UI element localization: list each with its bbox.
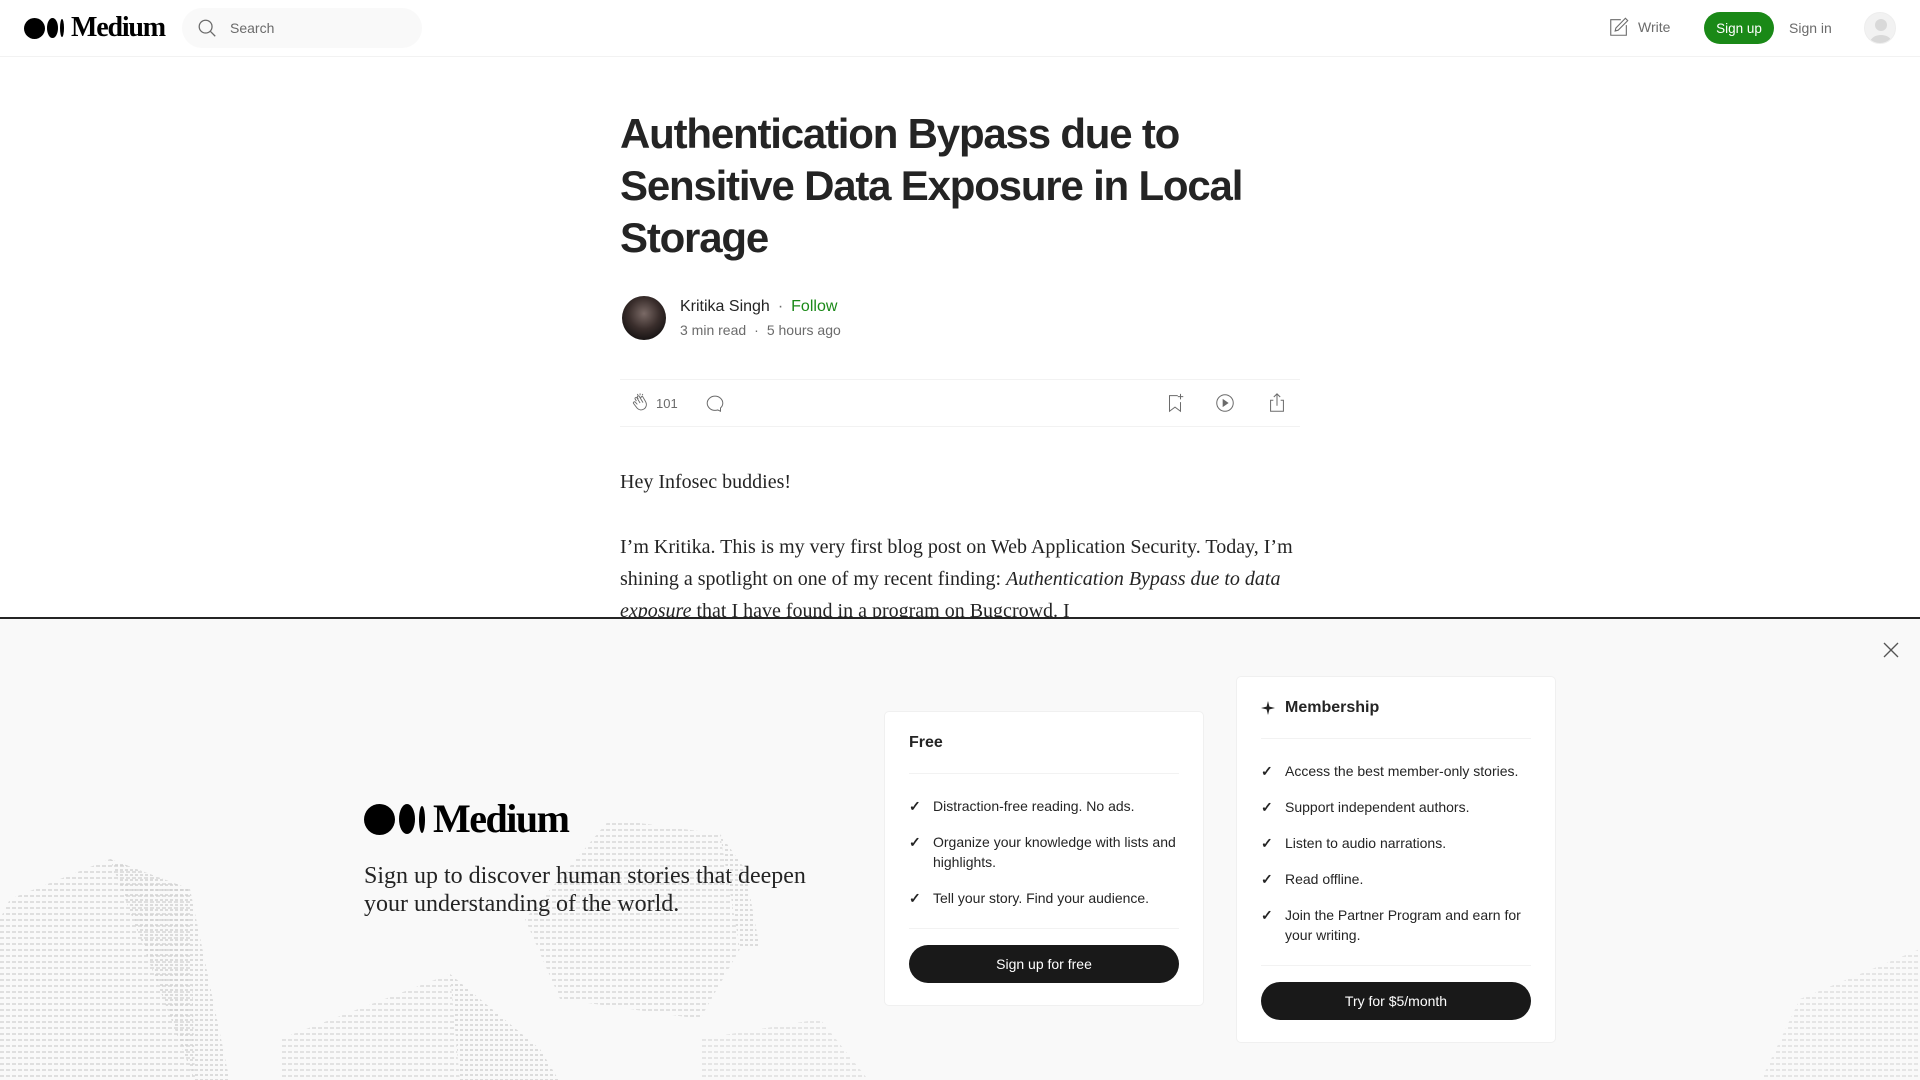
author-name[interactable]: Kritika Singh: [680, 298, 770, 316]
clap-button[interactable]: 101: [630, 392, 678, 414]
paragraph: Hey Infosec buddies!: [620, 471, 792, 493]
author-avatar[interactable]: [622, 296, 666, 340]
default-user-icon: [1869, 19, 1893, 43]
free-feature-list: ✓ Distraction-free reading. No ads. ✓ Orga…: [909, 774, 1179, 929]
check-icon: ✓: [909, 890, 921, 906]
clap-icon: [632, 393, 647, 411]
author-row: Kritika Singh · Follow 3 min read · 5 ho…: [622, 296, 841, 340]
write-label: Write: [1638, 19, 1671, 35]
write-icon: [1610, 17, 1629, 36]
read-time: 3 min read: [680, 322, 747, 338]
save-button[interactable]: [1164, 392, 1186, 419]
search-box[interactable]: [182, 8, 422, 48]
feature-item: ✓ Read offline.: [1261, 871, 1364, 887]
membership-feature-list: ✓ Access the best member-only stories. ✓ S…: [1261, 739, 1531, 966]
feature-item: ✓ Tell your story. Find your audience.: [909, 890, 1150, 906]
follow-button[interactable]: Follow: [791, 298, 837, 316]
paragraph: I’m Kritika. This is my very first blog …: [620, 536, 1293, 622]
search-input[interactable]: [230, 20, 400, 36]
play-icon: [1216, 394, 1234, 412]
overlay-logo-text: Medium: [433, 796, 570, 841]
search-icon: [198, 19, 216, 37]
share-button[interactable]: [1266, 392, 1288, 419]
listen-button[interactable]: [1214, 392, 1236, 419]
feature-item: ✓ Join the Partner Program and earn for y…: [1261, 907, 1521, 943]
feature-item: ✓ Access the best member-only stories.: [1261, 763, 1519, 779]
try-membership-button[interactable]: Try for $5/month: [1261, 982, 1531, 1020]
publish-time: 5 hours ago: [766, 322, 841, 338]
article-action-bar: 101: [620, 379, 1300, 427]
write-link[interactable]: Write: [1608, 16, 1670, 38]
check-icon: ✓: [1261, 871, 1273, 887]
comment-button[interactable]: [704, 392, 726, 419]
medium-logo[interactable]: Medium: [24, 12, 166, 43]
feature-item: ✓ Distraction-free reading. No ads.: [909, 798, 1135, 814]
separator-dot: ·: [777, 298, 784, 315]
article-title: Authentication Bypass due to Sensitive D…: [620, 110, 1243, 261]
top-nav: Medium Write Sign up Sign in: [0, 0, 1920, 57]
sparkle-icon: [1261, 700, 1275, 715]
check-icon: ✓: [909, 834, 921, 850]
signup-overlay: Medium Sign up to discover human stories…: [0, 617, 1920, 1080]
free-plan-title: Free: [909, 712, 1179, 774]
user-avatar[interactable]: [1864, 12, 1896, 44]
clap-count: 101: [656, 395, 678, 411]
medium-logo-icon: [24, 17, 64, 39]
bookmark-add-icon: [1168, 393, 1184, 413]
share-icon: [1270, 393, 1284, 412]
free-plan-card: Free ✓ Distraction-free reading. No ads. …: [885, 712, 1203, 1005]
close-icon[interactable]: [1880, 639, 1902, 661]
check-icon: ✓: [909, 798, 921, 814]
check-icon: ✓: [1261, 835, 1273, 851]
feature-item: ✓ Listen to audio narrations.: [1261, 835, 1447, 851]
sign-up-button[interactable]: Sign up: [1704, 12, 1774, 44]
sign-in-link[interactable]: Sign in: [1789, 20, 1832, 36]
overlay-medium-logo: Medium: [364, 796, 570, 841]
overlay-tagline: Sign up to discover human stories that d…: [364, 863, 806, 917]
separator-dot: ·: [754, 322, 759, 338]
check-icon: ✓: [1261, 799, 1273, 815]
feature-item: ✓ Organize your knowledge with lists and …: [909, 834, 1176, 870]
membership-plan-card: Membership ✓ Access the best member-only …: [1237, 677, 1555, 1042]
check-icon: ✓: [1261, 907, 1273, 923]
membership-plan-header: Membership: [1261, 677, 1531, 739]
membership-plan-title: Membership: [1285, 698, 1380, 716]
medium-logo-text: Medium: [71, 12, 166, 43]
comment-icon: [706, 395, 724, 413]
feature-item: ✓ Support independent authors.: [1261, 799, 1470, 815]
check-icon: ✓: [1261, 763, 1273, 779]
sign-up-for-free-button[interactable]: Sign up for free: [909, 945, 1179, 983]
